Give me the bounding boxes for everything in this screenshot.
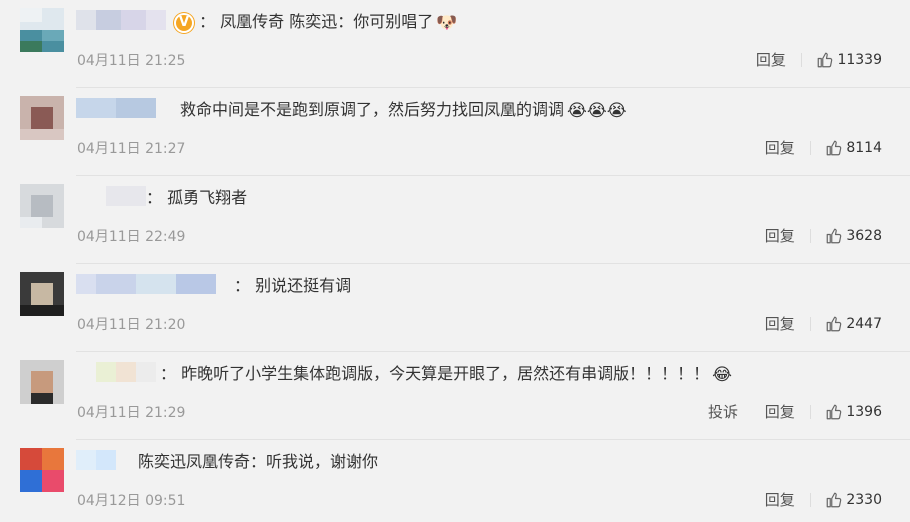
like-count: 3628 [846, 228, 882, 245]
comment-item: V ： 凤凰传奇 陈奕迅：你可别唱了 🐶 04月11日 21:25 回复 1133… [0, 0, 910, 88]
reply-button[interactable]: 回复 [765, 225, 795, 246]
comment-actions: 回复 11339 [756, 49, 882, 71]
comment-item: ： 别说还挺有调 04月11日 21:20 回复 2447 [0, 264, 910, 352]
comment-text: ： 孤勇飞翔者 [146, 186, 247, 210]
like-button[interactable]: 1396 [825, 402, 882, 421]
laughing-crying-icon: 😂 [712, 364, 732, 385]
like-count: 1396 [846, 404, 882, 421]
verified-badge-icon: V [174, 12, 194, 33]
like-count: 11339 [837, 52, 882, 69]
comment-time: 04月11日 22:49 [77, 229, 186, 245]
reply-button[interactable]: 回复 [765, 401, 795, 422]
comment-actions: 投诉 回复 1396 [708, 401, 882, 423]
comment-item: ： 昨晚听了小学生集体跑调版，今天算是开眼了，居然还有串调版！！！！！ 😂 04月… [0, 352, 910, 440]
comment-item: 救命中间是不是跑到原调了，然后努力找回凤凰的调调 😭😭😭 04月11日 21:27… [0, 88, 910, 176]
comment-actions: 回复 8114 [765, 137, 882, 159]
comment-text: 救命中间是不是跑到原调了，然后努力找回凤凰的调调 😭😭😭 [180, 98, 627, 123]
avatar[interactable] [20, 360, 64, 404]
comment-body: ： 别说还挺有调 [234, 276, 352, 295]
comment-time: 04月11日 21:29 [77, 405, 186, 421]
thumbs-up-icon [827, 404, 842, 420]
reply-button[interactable]: 回复 [765, 137, 795, 158]
comment-time: 04月11日 21:27 [77, 141, 186, 157]
divider [809, 316, 811, 331]
avatar[interactable] [20, 8, 64, 52]
like-button[interactable]: 8114 [825, 138, 882, 157]
like-button[interactable]: 3628 [825, 226, 882, 245]
divider [809, 492, 811, 507]
comment-text: ： 别说还挺有调 [234, 274, 351, 298]
comment-body: ： 孤勇飞翔者 [146, 188, 248, 207]
reply-button[interactable]: 回复 [756, 49, 786, 70]
thumbs-up-icon [827, 316, 842, 332]
thumbs-up-icon [818, 52, 833, 68]
like-button[interactable]: 2330 [825, 490, 882, 509]
divider [800, 52, 802, 67]
like-count: 2447 [846, 316, 882, 333]
reply-button[interactable]: 回复 [765, 313, 795, 334]
reply-button[interactable]: 回复 [765, 489, 795, 510]
divider [809, 228, 811, 243]
report-button[interactable]: 投诉 [708, 401, 738, 422]
like-count: 2330 [846, 492, 882, 509]
comment-body: 陈奕迅凤凰传奇：听我说，谢谢你 [138, 452, 379, 471]
comment-actions: 回复 3628 [765, 225, 882, 247]
divider [809, 404, 811, 419]
like-count: 8114 [846, 140, 882, 157]
like-button[interactable]: 11339 [816, 50, 882, 69]
comment-text: V ： 凤凰传奇 陈奕迅：你可别唱了 🐶 [174, 10, 457, 35]
comment-time: 04月12日 09:51 [77, 493, 186, 509]
crying-face-icon: 😭😭😭 [567, 100, 627, 121]
comment-actions: 回复 2330 [765, 489, 882, 511]
avatar[interactable] [20, 184, 64, 228]
comment-text: 陈奕迅凤凰传奇：听我说，谢谢你 [138, 450, 378, 474]
comment-time: 04月11日 21:25 [77, 53, 186, 69]
divider [809, 140, 811, 155]
comment-body: ： 凤凰传奇 陈奕迅：你可别唱了 [199, 12, 434, 31]
avatar[interactable] [20, 96, 64, 140]
thumbs-up-icon [827, 492, 842, 508]
comment-time: 04月11日 21:20 [77, 317, 186, 333]
avatar[interactable] [20, 448, 64, 492]
comment-body: 救命中间是不是跑到原调了，然后努力找回凤凰的调调 [180, 100, 565, 119]
like-button[interactable]: 2447 [825, 314, 882, 333]
doge-icon: 🐶 [436, 12, 458, 33]
thumbs-up-icon [827, 140, 842, 156]
comment-item: 陈奕迅凤凰传奇：听我说，谢谢你 04月12日 09:51 回复 2330 [0, 440, 910, 522]
comment-item: ： 孤勇飞翔者 04月11日 22:49 回复 3628 [0, 176, 910, 264]
comment-text: ： 昨晚听了小学生集体跑调版，今天算是开眼了，居然还有串调版！！！！！ 😂 [160, 362, 732, 387]
thumbs-up-icon [827, 228, 842, 244]
comment-actions: 回复 2447 [765, 313, 882, 335]
avatar[interactable] [20, 272, 64, 316]
comment-body: ： 昨晚听了小学生集体跑调版，今天算是开眼了，居然还有串调版！！！！！ [160, 364, 710, 383]
